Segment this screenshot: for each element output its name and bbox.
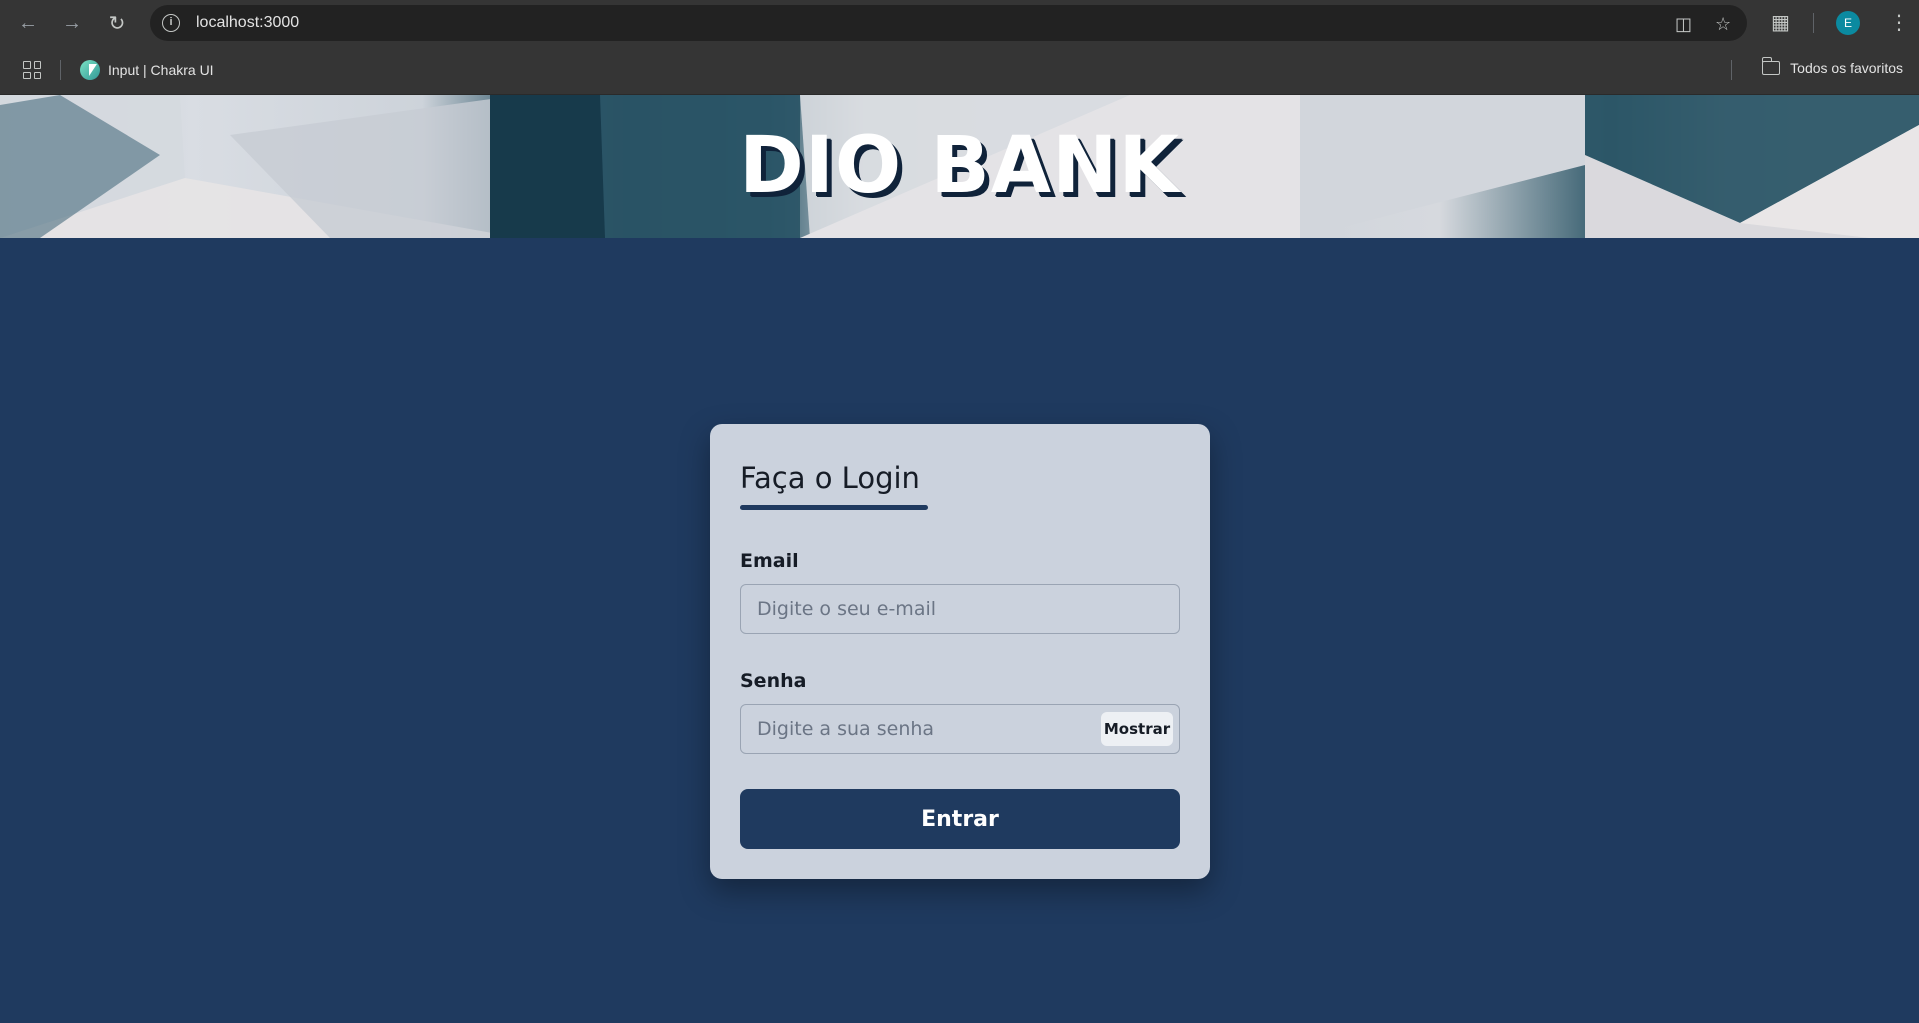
email-input[interactable] [741,585,1179,633]
login-title: Faça o Login [740,461,920,495]
bookmark-chakra-input[interactable]: Input | Chakra UI [80,60,214,80]
password-label: Senha [740,670,807,692]
chakra-ui-logo-icon [80,60,100,80]
brand-title: DIO BANK [739,121,1180,211]
show-password-button[interactable]: Mostrar [1101,712,1173,746]
bookmark-star-icon[interactable]: ☆ [1715,14,1731,35]
profile-avatar[interactable]: E [1836,11,1860,35]
folder-icon [1761,57,1781,75]
reload-icon[interactable]: ↻ [101,7,133,39]
forward-arrow-icon[interactable]: → [56,7,88,39]
password-field-wrapper: Mostrar [740,704,1180,754]
site-info-icon[interactable]: i [162,14,180,32]
title-underline [740,505,928,510]
header-banner: DIO BANK [0,95,1919,238]
login-submit-button[interactable]: Entrar [740,789,1180,849]
menu-kebab-icon[interactable]: ⋮ [1889,10,1909,35]
favorites-label: Todos os favoritos [1790,60,1903,76]
browser-toolbar: ← → ↻ i localhost:3000 ◫ ☆ ▦ E ⋮ [0,0,1919,46]
login-card: Faça o Login Email Senha Mostrar Entrar [710,424,1210,879]
apps-grid-icon[interactable] [23,61,41,79]
address-bar[interactable]: i localhost:3000 ◫ ☆ [150,5,1747,41]
all-bookmarks-folder[interactable]: Todos os favoritos [1761,57,1903,76]
favorites-divider [1731,60,1732,80]
toolbar-divider [1813,13,1814,33]
install-app-icon[interactable]: ◫ [1675,14,1692,35]
url-text[interactable]: localhost:3000 [196,14,299,32]
email-label: Email [740,550,799,572]
bookmark-label: Input | Chakra UI [108,62,214,78]
back-arrow-icon[interactable]: ← [12,7,44,39]
extensions-icon[interactable]: ▦ [1771,10,1790,35]
bookmarks-bar: Input | Chakra UI Todos os favoritos [0,46,1919,95]
bookmarks-divider [60,60,61,80]
email-field-wrapper [740,584,1180,634]
page-body: DIO BANK Faça o Login Email Senha Mostra… [0,95,1919,1023]
